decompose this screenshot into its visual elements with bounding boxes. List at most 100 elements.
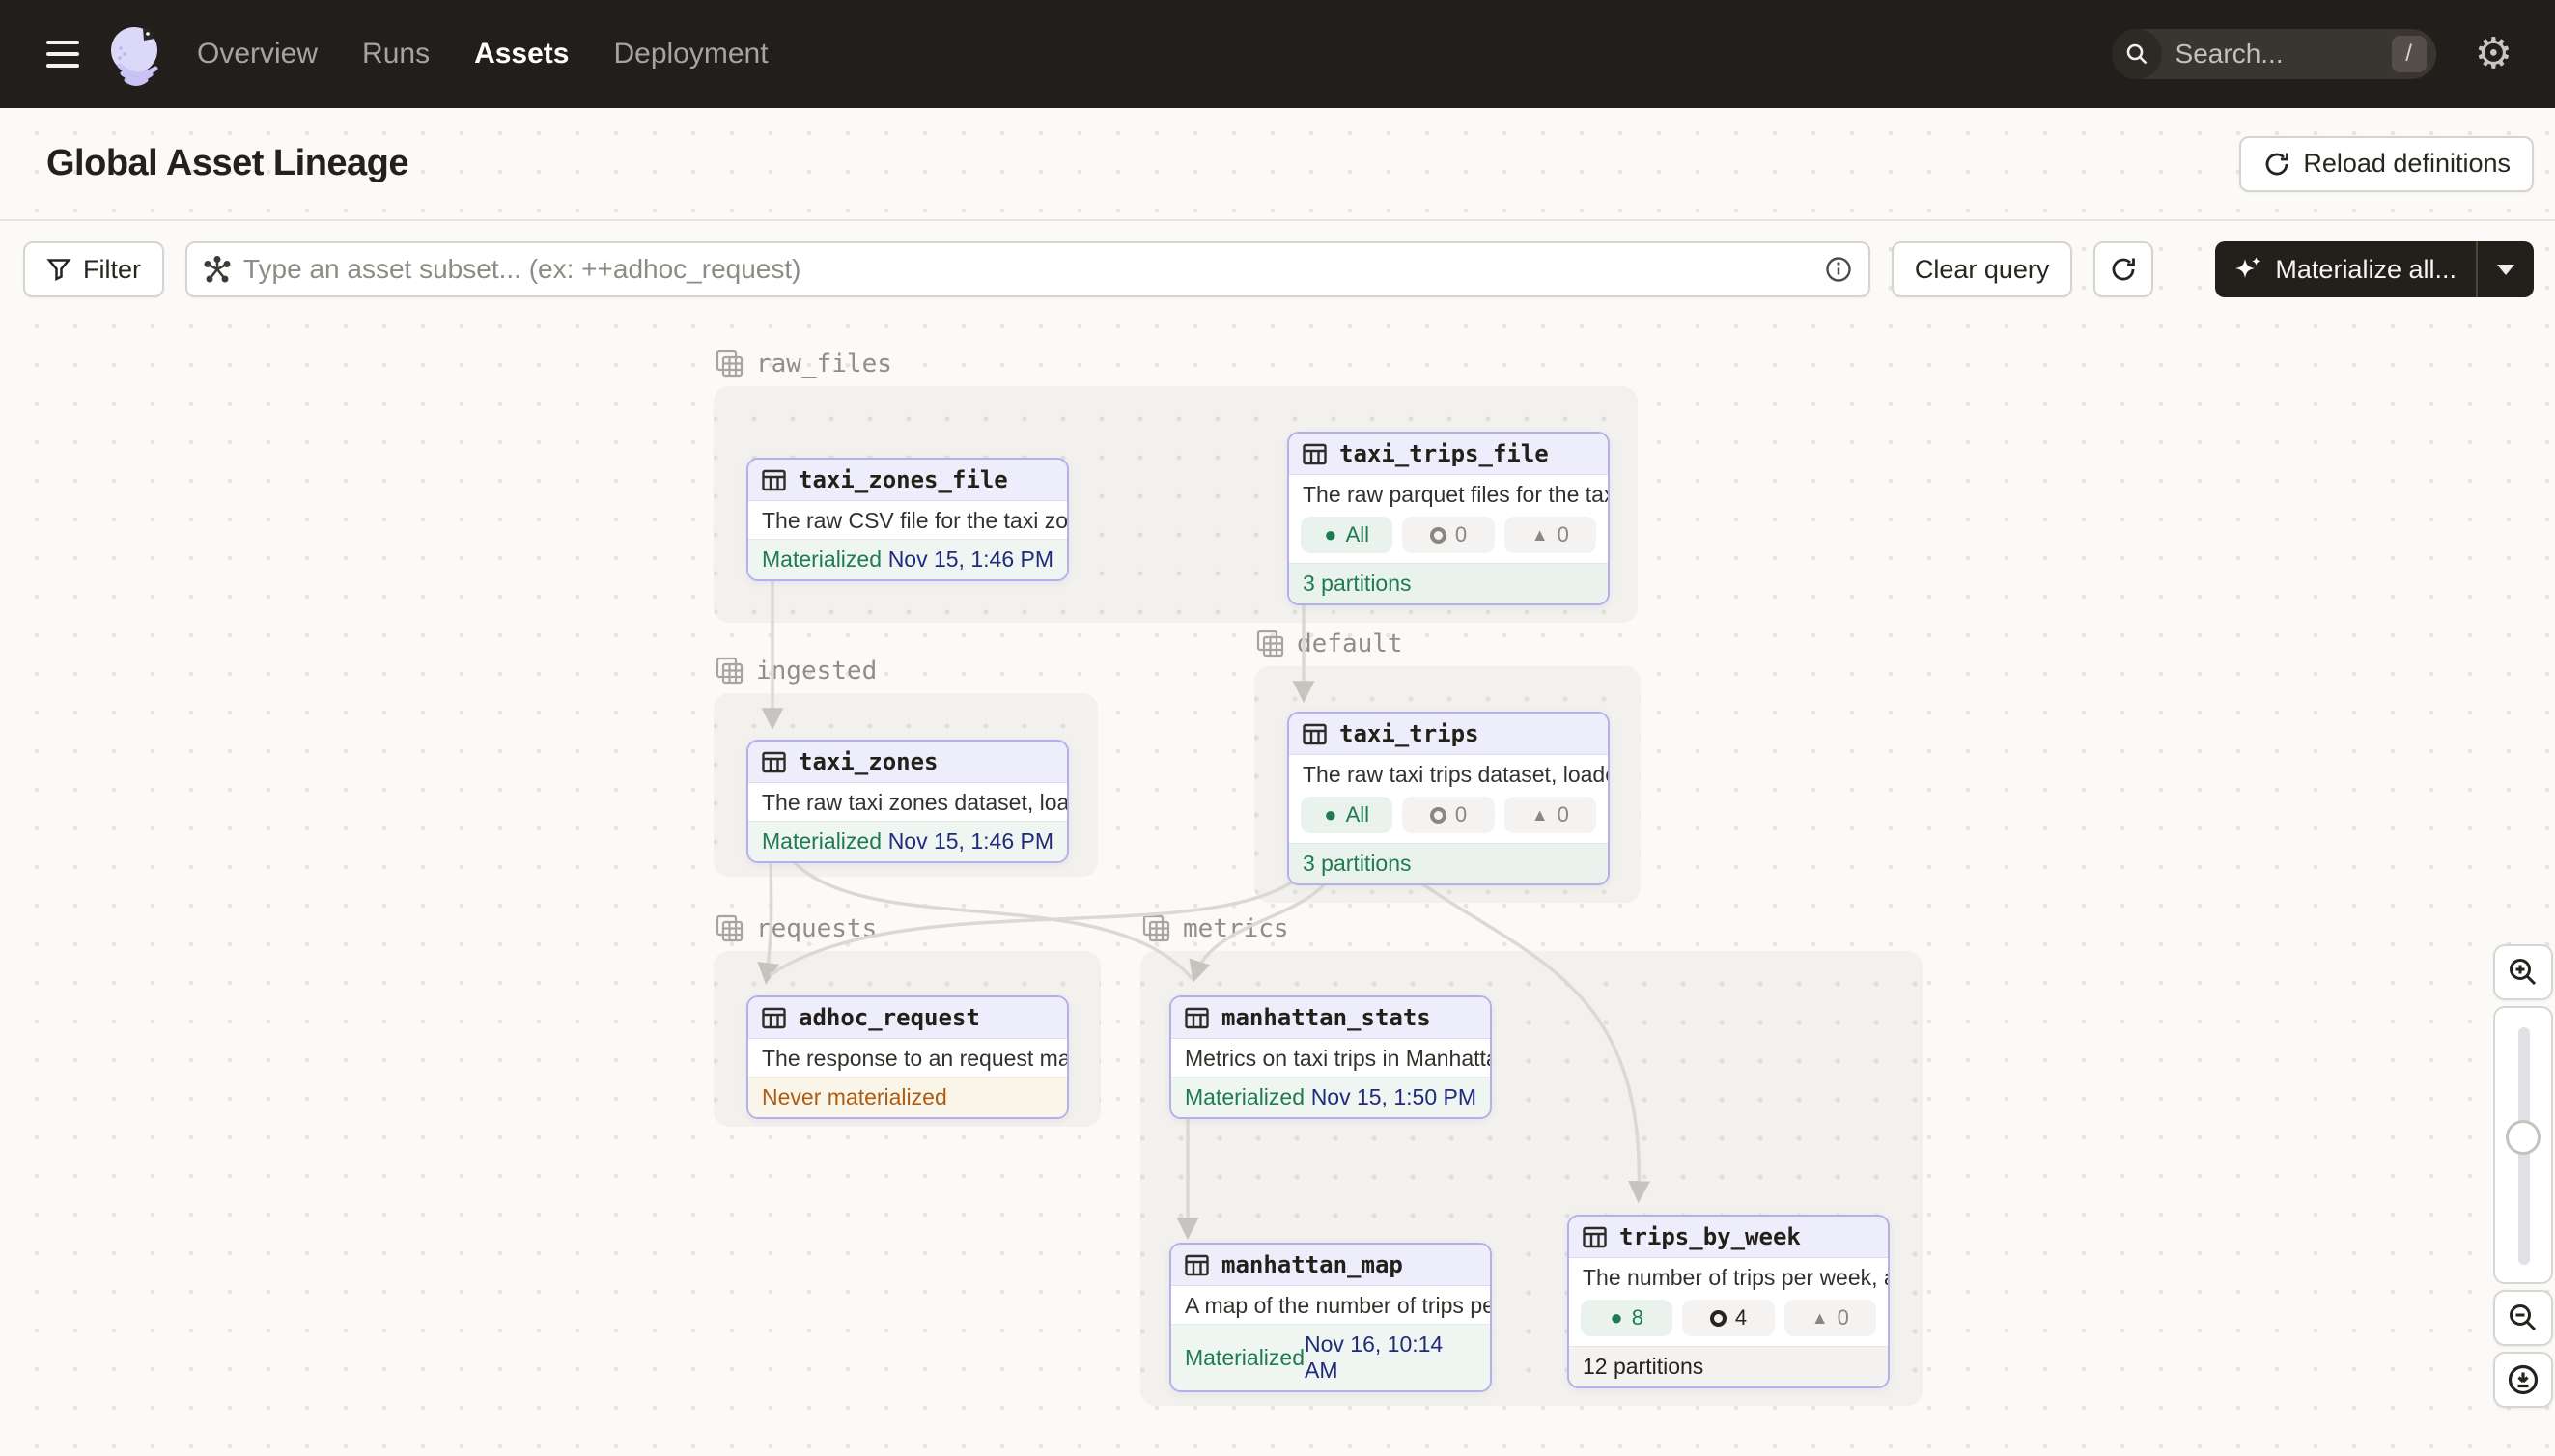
asset-selector-icon (203, 255, 232, 284)
zoom-out-button[interactable] (2493, 1290, 2553, 1346)
materialized-status: Materialized (1185, 1345, 1305, 1371)
group-name: default (1297, 630, 1403, 658)
nav-item-assets[interactable]: Assets (474, 38, 569, 70)
zoom-slider[interactable] (2493, 1006, 2553, 1284)
dagster-logo[interactable] (104, 21, 170, 87)
nav-item-deployment[interactable]: Deployment (613, 38, 768, 70)
asset-group-icon (1256, 630, 1285, 658)
group-label-raw-files[interactable]: raw_files (716, 350, 892, 378)
zoom-out-icon (2507, 1302, 2540, 1334)
partition-health-pills: ●All 0 ▲0 (1289, 793, 1608, 843)
dagster-app: raw_files ingested default requests metr… (0, 0, 2555, 1456)
materialize-options-button[interactable] (2478, 241, 2534, 297)
pill-value: 0 (1455, 522, 1467, 547)
table-icon (1184, 1005, 1210, 1031)
group-name: raw_files (756, 350, 892, 378)
never-materialized-status: Never materialized (762, 1084, 947, 1110)
materialize-all-split-button: Materialize all... (2215, 241, 2534, 297)
nav-item-runs[interactable]: Runs (362, 38, 430, 70)
asset-description: The number of trips per week, aggreg... (1569, 1258, 1888, 1296)
zoom-slider-thumb[interactable] (2506, 1120, 2541, 1155)
asset-status-footer: Never materialized (748, 1077, 1067, 1117)
materialized-partitions-pill: ●8 (1581, 1300, 1672, 1336)
asset-subset-query[interactable] (185, 241, 1870, 297)
asset-description: Metrics on taxi trips in Manhattan (1171, 1039, 1490, 1077)
materialized-partitions-pill: ●All (1301, 797, 1392, 833)
missing-partitions-pill: ▲0 (1504, 797, 1596, 833)
search-input[interactable] (2162, 39, 2392, 70)
asset-node-taxi-trips[interactable]: taxi_trips The raw taxi trips dataset, l… (1287, 712, 1610, 885)
partitions-count: 3 partitions (1303, 571, 1412, 597)
asset-group-icon (716, 657, 744, 686)
materialized-status: Materialized (1185, 1084, 1305, 1110)
top-navigation-bar: Overview Runs Assets Deployment / ⚙ (0, 0, 2555, 108)
asset-description: The raw taxi trips dataset, loaded into … (1289, 755, 1608, 793)
asset-node-adhoc-request[interactable]: adhoc_request The response to an request… (746, 995, 1069, 1119)
materialize-all-button[interactable]: Materialize all... (2215, 241, 2476, 297)
pill-value: 0 (1838, 1305, 1849, 1330)
partitions-footer: 3 partitions (1289, 563, 1608, 603)
asset-node-header: adhoc_request (748, 997, 1067, 1039)
asset-node-taxi-trips-file[interactable]: taxi_trips_file The raw parquet files fo… (1287, 432, 1610, 605)
clear-query-button[interactable]: Clear query (1892, 241, 2073, 297)
filter-funnel-icon (46, 257, 71, 282)
group-label-ingested[interactable]: ingested (716, 657, 877, 686)
table-icon (761, 467, 787, 493)
filter-label: Filter (83, 255, 141, 285)
page-title: Global Asset Lineage (46, 143, 408, 184)
asset-node-header: taxi_zones (748, 742, 1067, 783)
partitions-footer: 3 partitions (1289, 843, 1608, 883)
materialized-timestamp: Nov 15, 1:46 PM (888, 546, 1053, 573)
gear-icon[interactable]: ⚙ (2475, 33, 2513, 75)
clear-query-label: Clear query (1915, 255, 2050, 285)
asset-node-trips-by-week[interactable]: trips_by_week The number of trips per we… (1567, 1215, 1890, 1388)
asset-node-manhattan-map[interactable]: manhattan_map A map of the number of tri… (1169, 1243, 1492, 1392)
hamburger-menu-icon[interactable] (46, 41, 79, 68)
group-label-metrics[interactable]: metrics (1142, 914, 1289, 943)
asset-description: The raw CSV file for the taxi zones dat.… (748, 501, 1067, 539)
asset-status-footer: Materialized Nov 15, 1:46 PM (748, 539, 1067, 579)
group-name: requests (756, 914, 877, 943)
partition-health-pills: ●8 4 ▲0 (1569, 1296, 1888, 1346)
nav-item-overview[interactable]: Overview (197, 38, 318, 70)
asset-name: taxi_zones (799, 748, 939, 775)
asset-name: adhoc_request (799, 1004, 980, 1031)
pill-value: 8 (1632, 1305, 1643, 1330)
filter-button[interactable]: Filter (23, 241, 164, 297)
download-image-button[interactable] (2493, 1352, 2553, 1408)
refresh-graph-button[interactable] (2093, 241, 2153, 297)
partitions-count: 12 partitions (1583, 1354, 1703, 1380)
asset-status-footer: Materialized Nov 15, 1:50 PM (1171, 1077, 1490, 1117)
asset-name: manhattan_map (1221, 1251, 1403, 1278)
download-icon (2506, 1362, 2541, 1397)
pill-value: 0 (1558, 802, 1569, 827)
missing-partitions-pill: ▲0 (1784, 1300, 1876, 1336)
sparkle-icon (2234, 255, 2263, 284)
asset-node-manhattan-stats[interactable]: manhattan_stats Metrics on taxi trips in… (1169, 995, 1492, 1119)
materialized-timestamp: Nov 16, 10:14 AM (1305, 1331, 1476, 1384)
asset-node-taxi-zones[interactable]: taxi_zones The raw taxi zones dataset, l… (746, 740, 1069, 863)
refresh-icon (2109, 255, 2138, 284)
failed-partitions-pill: 4 (1682, 1300, 1774, 1336)
missing-triangle-icon: ▲ (1531, 526, 1549, 544)
group-label-requests[interactable]: requests (716, 914, 877, 943)
partitions-footer: 12 partitions (1569, 1346, 1888, 1386)
asset-group-icon (716, 350, 744, 378)
table-icon (761, 1005, 787, 1031)
asset-group-icon (1142, 914, 1171, 943)
group-name: metrics (1183, 914, 1289, 943)
search-icon (2112, 29, 2162, 79)
table-icon (1302, 721, 1328, 747)
pill-value: All (1346, 522, 1369, 547)
asset-node-taxi-zones-file[interactable]: taxi_zones_file The raw CSV file for the… (746, 458, 1069, 581)
group-name: ingested (756, 657, 877, 686)
asset-node-header: taxi_trips (1289, 714, 1608, 755)
zoom-in-button[interactable] (2493, 944, 2553, 1000)
asset-subset-input[interactable] (232, 254, 1824, 285)
global-search[interactable]: / (2112, 29, 2436, 79)
info-icon[interactable] (1824, 255, 1853, 284)
asset-node-header: taxi_zones_file (748, 460, 1067, 501)
reload-definitions-button[interactable]: Reload definitions (2239, 136, 2534, 192)
pill-value: 0 (1558, 522, 1569, 547)
group-label-default[interactable]: default (1256, 630, 1403, 658)
